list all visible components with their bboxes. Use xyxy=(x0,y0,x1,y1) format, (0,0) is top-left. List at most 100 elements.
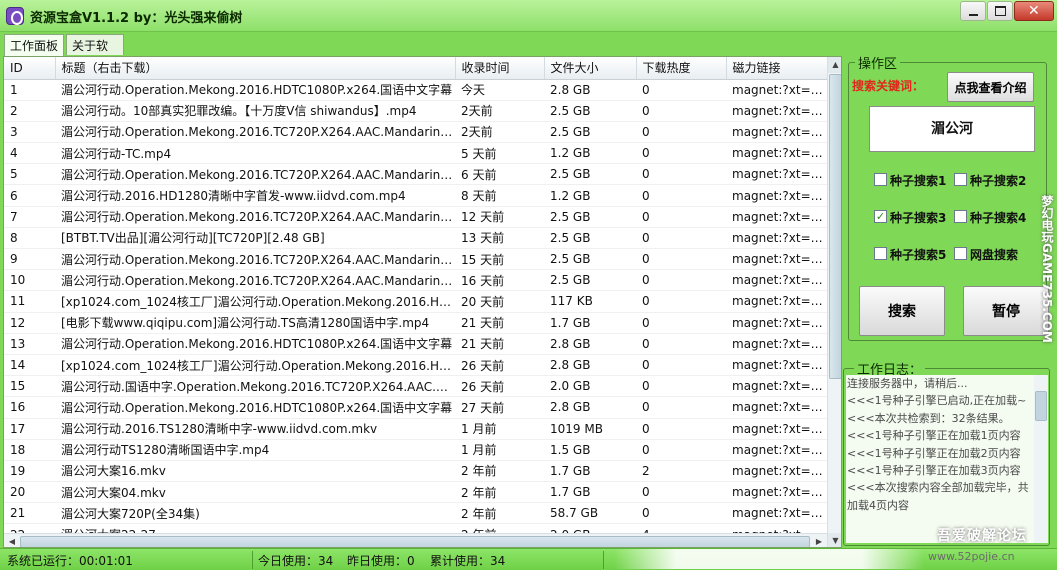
table-row[interactable]: 6 湄公河行动.2016.HD1280清晰中字首发-www.iidvd.com.m… xyxy=(4,184,827,207)
table-row[interactable]: 17 湄公河行动.2016.TS1280清晰中字-www.iidvd.com.mk… xyxy=(4,418,827,440)
cell-id: 7 xyxy=(4,206,55,228)
cell-download-heat: 0 xyxy=(636,481,726,504)
cell-download-heat: 0 xyxy=(636,184,726,207)
table-row[interactable]: 1 湄公河行动.Operation.Mekong.2016.HDTC1080P.x… xyxy=(4,79,827,101)
cell-added-time: 2 年前 xyxy=(455,502,544,525)
cell-id: 17 xyxy=(4,418,55,440)
table-row[interactable]: 9 湄公河行动.Operation.Mekong.2016.TC720P.X264… xyxy=(4,248,827,271)
checkbox-torrent-search-2[interactable] xyxy=(954,173,967,186)
table-row[interactable]: 3 湄公河行动.Operation.Mekong.2016.TC720P.X264… xyxy=(4,121,827,144)
scroll-up-icon[interactable]: ▲ xyxy=(828,57,841,73)
table-row[interactable]: 4湄公河行动-TC.mp45 天前1.2 GB0magnet:?xt=urn:b… xyxy=(4,142,827,165)
checkbox-torrent-search-1[interactable] xyxy=(874,173,887,186)
table-row[interactable]: 19湄公河大案16.mkv2 年前1.7 GB2magnet:?xt=urn:b… xyxy=(4,460,827,483)
vertical-scroll-thumb[interactable] xyxy=(829,74,841,379)
status-today-usage: 今日使用：34 xyxy=(258,554,334,568)
table-row[interactable]: 13 湄公河行动.Operation.Mekong.2016.HDTC1080P.… xyxy=(4,333,827,355)
cell-file-size: 2.8 GB xyxy=(544,333,636,355)
table-row[interactable]: 21 湄公河大案720P(全34集) 2 年前 58.7 GB 0 magnet:?xt=… xyxy=(4,502,827,525)
cell-magnet-link: magnet:?xt=urn:btih: xyxy=(726,418,827,440)
cell-file-size: 2.5 GB xyxy=(544,121,636,144)
table-horizontal-scrollbar[interactable]: ◀ ▶ xyxy=(4,533,827,547)
table-row[interactable]: 18 湄公河行动TS1280清晰国语中字.mp4 1 月前 1.5 GB 0 magnet… xyxy=(4,439,827,461)
table-row[interactable]: 10 湄公河行动.Operation.Mekong.2016.TC720P.X26… xyxy=(4,269,827,292)
option-label: 种子搜索3 xyxy=(890,211,947,225)
scroll-right-icon[interactable]: ▶ xyxy=(811,534,827,547)
cell-magnet-link: magnet:?xt=urn:btih: xyxy=(726,333,827,355)
tab-work-panel[interactable]: 工作面板 xyxy=(4,34,64,56)
checkbox-torrent-search-4[interactable] xyxy=(954,210,967,223)
search-button[interactable]: 搜索 xyxy=(859,286,945,336)
log-vertical-scrollbar[interactable] xyxy=(1034,375,1048,543)
cell-id: 13 xyxy=(4,333,55,355)
cell-download-heat: 0 xyxy=(636,269,726,292)
column-header-file-size[interactable]: 文件大小 xyxy=(544,57,637,80)
maximize-button[interactable] xyxy=(987,1,1013,21)
table-row[interactable]: 11 [xp1024.com_1024核工厂]湄公河行动.Operation.Me… xyxy=(4,290,827,313)
cell-file-size: 2.5 GB xyxy=(544,206,636,228)
cell-title: 湄公河行动.Operation.Mekong.2016.TC720P.X264.… xyxy=(55,121,455,144)
cell-title: 湄公河行动TS1280清晰国语中字.mp4 xyxy=(55,439,455,461)
close-icon: ✕ xyxy=(1028,3,1040,19)
table-vertical-scrollbar[interactable]: ▲ ▼ xyxy=(827,57,841,547)
checkbox-torrent-search-3[interactable]: ✓ xyxy=(874,210,887,223)
table-row[interactable]: 15 湄公河行动.国语中字.Operation.Mekong.2016.TC720… xyxy=(4,375,827,398)
work-log-textarea[interactable]: 连接服务器中，请稍后... <<<1号种子引擎已启动,正在加载~ <<<本次共检索到… xyxy=(846,375,1034,543)
cell-added-time: 27 天前 xyxy=(455,396,544,419)
table-row[interactable]: 16 湄公河行动.Operation.Mekong.2016.HDTC1080P.… xyxy=(4,396,827,419)
column-header-added-time[interactable]: 收录时间 xyxy=(455,57,545,80)
search-keyword-input[interactable]: 湄公河 xyxy=(869,106,1035,152)
minimize-button[interactable] xyxy=(960,1,986,21)
results-table: ID 标题（右击下载） 收录时间 文件大小 下载热度 磁力链接 1 湄公河行动.O… xyxy=(4,57,828,546)
checkbox-torrent-search-5[interactable] xyxy=(874,247,887,260)
cell-title: 湄公河行动.Operation.Mekong.2016.HDTC1080P.x2… xyxy=(55,333,455,355)
cell-download-heat: 0 xyxy=(636,354,726,377)
cell-id: 19 xyxy=(4,460,55,483)
tab-about-software[interactable]: 关于软件 xyxy=(66,34,124,70)
pause-button[interactable]: 暂停 xyxy=(963,286,1049,336)
cell-file-size: 2.5 GB xyxy=(544,269,636,292)
view-intro-button[interactable]: 点我查看介绍 xyxy=(947,72,1034,102)
column-header-title[interactable]: 标题（右击下载） xyxy=(55,57,456,80)
status-yesterday-usage: 昨日使用：0 xyxy=(347,554,415,568)
status-runtime: 系统已运行：00:01:01 xyxy=(7,554,133,568)
cell-added-time: 21 天前 xyxy=(455,333,544,355)
log-line: <<<本次共检索到：32条结果。 xyxy=(847,411,1010,425)
cell-id: 2 xyxy=(4,100,55,122)
table-row[interactable]: 12 [电影下载www.qiqipu.com]湄公河行动.TS高清1280国语中字… xyxy=(4,312,827,334)
search-keyword-label: 搜索关键词： xyxy=(852,79,925,93)
table-row[interactable]: 5 湄公河行动.Operation.Mekong.2016.TC720P.X264… xyxy=(4,163,827,186)
cell-added-time: 20 天前 xyxy=(455,290,544,313)
log-scroll-thumb[interactable] xyxy=(1035,391,1047,421)
cell-added-time: 2天前 xyxy=(455,121,544,144)
column-header-id[interactable]: ID xyxy=(4,57,56,80)
table-row[interactable]: 20湄公河大案04.mkv2 年前1.7 GB0magnet:?xt=urn:b… xyxy=(4,481,827,504)
cell-file-size: 1.7 GB xyxy=(544,481,636,504)
cell-magnet-link: magnet:?xt=urn:btih: xyxy=(726,142,827,165)
log-line: 连接服务器中，请稍后... xyxy=(847,377,968,390)
table-row[interactable]: 14 [xp1024.com_1024核工厂]湄公河行动.Operation.Me… xyxy=(4,354,827,377)
cell-title: 湄公河行动.Operation.Mekong.2016.TC720P.X264.… xyxy=(55,269,455,292)
close-button[interactable]: ✕ xyxy=(1014,1,1054,21)
cell-added-time: 26 天前 xyxy=(455,354,544,377)
cell-title: 湄公河大案04.mkv xyxy=(55,481,455,504)
cell-id: 11 xyxy=(4,290,55,313)
table-header-row: ID 标题（右击下载） 收录时间 文件大小 下载热度 磁力链接 xyxy=(4,57,828,80)
cell-magnet-link: magnet:?xt=urn:btih: xyxy=(726,79,827,101)
scroll-down-icon[interactable]: ▼ xyxy=(828,533,841,547)
status-divider xyxy=(252,551,253,569)
cell-title: 湄公河大案16.mkv xyxy=(55,460,455,483)
checkbox-netdisk-search[interactable] xyxy=(954,247,967,260)
table-row[interactable]: 2 湄公河行动。10部真实犯罪改编。【十万度V信 shiwandus】.mp4 2天… xyxy=(4,100,827,122)
cell-id: 9 xyxy=(4,248,55,271)
scroll-left-icon[interactable]: ◀ xyxy=(4,534,20,547)
cell-added-time: 6 天前 xyxy=(455,163,544,186)
cell-file-size: 1.2 GB xyxy=(544,184,636,207)
table-row[interactable]: 8 [BTBT.TV出品][湄公河行动][TC720P][2.48 GB] 13 天… xyxy=(4,227,827,250)
table-row[interactable]: 7 湄公河行动.Operation.Mekong.2016.TC720P.X264… xyxy=(4,206,827,228)
cell-download-heat: 0 xyxy=(636,79,726,101)
horizontal-scroll-thumb[interactable] xyxy=(20,536,810,547)
log-line: <<<1号种子引擎正在加载1页内容 xyxy=(847,429,1021,443)
column-header-download-heat[interactable]: 下载热度 xyxy=(636,57,727,80)
column-header-magnet-link[interactable]: 磁力链接 xyxy=(726,57,828,80)
